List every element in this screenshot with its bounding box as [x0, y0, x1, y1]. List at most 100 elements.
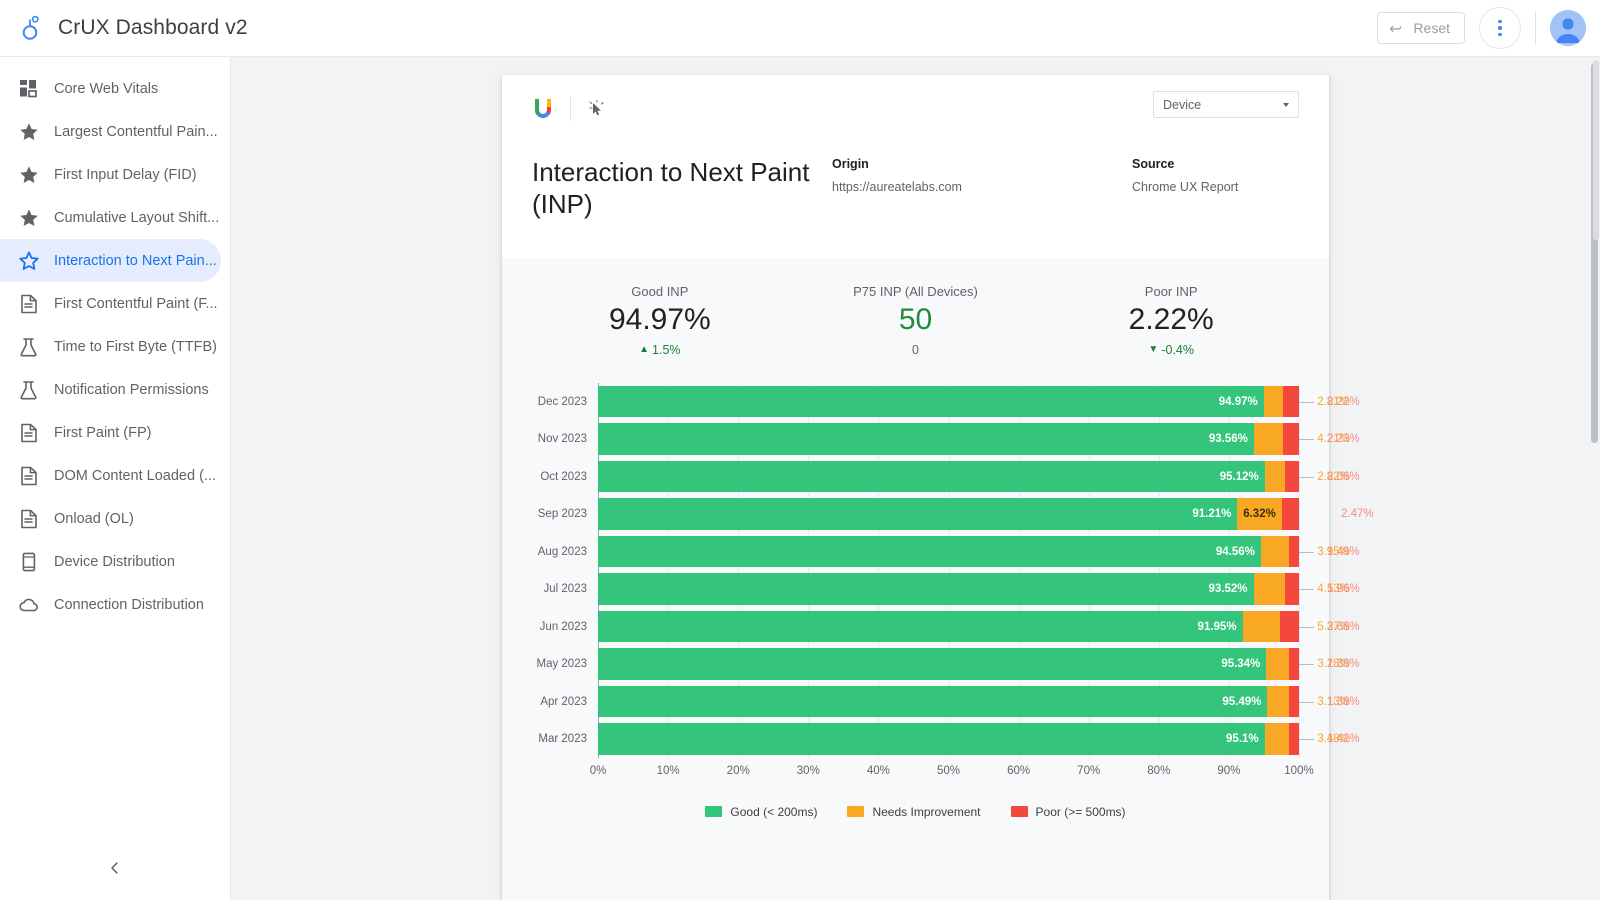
bar-segment-good[interactable]: 95.12% — [598, 460, 1265, 493]
bar-track: 91.21% 6.32% 2.47% — [598, 495, 1374, 533]
sidebar-item-label: Notification Permissions — [54, 381, 209, 398]
chart-bar-row[interactable]: Jul 2023 93.52% 4.53% 1.96% — [532, 570, 1360, 608]
sidebar-item-time-to-first-byte-ttfb[interactable]: Time to First Byte (TTFB) — [0, 325, 221, 368]
bar-segment-needs-improvement[interactable] — [1253, 573, 1286, 605]
bar-segment-poor[interactable] — [1280, 610, 1299, 643]
bar-category-label: Apr 2023 — [540, 695, 587, 708]
dashboard-grid-icon — [18, 78, 39, 99]
bar-segment-poor[interactable] — [1289, 648, 1299, 680]
bar-category-label: Dec 2023 — [537, 395, 587, 408]
sidebar-item-label: First Input Delay (FID) — [54, 166, 197, 183]
collapse-sidebar-button[interactable] — [100, 855, 130, 885]
device-filter-select[interactable]: Device — [1153, 91, 1299, 118]
chart-bar-row[interactable]: May 2023 95.34% 3.28% 1.38% — [532, 645, 1360, 683]
bar-segment-good[interactable]: 91.21% — [598, 498, 1238, 530]
bar-track: 95.12% 2.82% 2.06% — [598, 457, 1360, 496]
bar-segment-good[interactable]: 94.56% — [598, 535, 1261, 568]
bar-segment-needs-improvement[interactable] — [1242, 610, 1281, 643]
reset-label: Reset — [1413, 20, 1450, 36]
bar-track: 93.52% 4.53% 1.96% — [598, 570, 1360, 608]
chart-bar-row[interactable]: Sep 2023 91.21% 6.32% 2.47% — [532, 495, 1374, 533]
avatar[interactable] — [1550, 10, 1586, 46]
sidebar-item-onload-ol[interactable]: Onload (OL) — [0, 497, 221, 540]
label-leader-line — [1299, 739, 1315, 741]
sidebar-item-label: Largest Contentful Pain... — [54, 123, 218, 140]
legend-item[interactable]: Needs Improvement — [847, 805, 981, 819]
sidebar-item-connection-distribution[interactable]: Connection Distribution — [0, 583, 221, 626]
sidebar: Core Web Vitals Largest Contentful Pain..… — [0, 57, 231, 900]
bar-segment-poor[interactable] — [1283, 385, 1299, 418]
star-icon — [18, 207, 39, 228]
x-axis-tick-label: 40% — [866, 764, 890, 777]
bar-segment-good[interactable]: 95.1% — [598, 723, 1265, 755]
chart-bar-row[interactable]: Oct 2023 95.12% 2.82% 2.06% — [532, 457, 1360, 496]
bar-segment-needs-improvement[interactable] — [1263, 385, 1284, 418]
bar-segment-needs-improvement[interactable] — [1260, 535, 1289, 568]
kpi-value: 94.97% — [608, 303, 711, 337]
star-outline-icon — [18, 250, 39, 271]
label-leader-line — [1299, 589, 1315, 591]
sidebar-item-first-input-delay-fid[interactable]: First Input Delay (FID) — [0, 153, 221, 196]
body: Core Web Vitals Largest Contentful Pain..… — [0, 57, 1600, 900]
bar-category-label: Oct 2023 — [540, 470, 587, 483]
chart-bar-row[interactable]: Mar 2023 95.1% 3.48% 1.42% — [532, 720, 1360, 758]
more-options-button[interactable] — [1479, 7, 1521, 49]
sidebar-item-cumulative-layout-shift[interactable]: Cumulative Layout Shift... — [0, 196, 221, 239]
bar-outside-label-poor: 1.49% — [1327, 545, 1360, 558]
label-leader-line — [1299, 551, 1315, 553]
page-scrollbar[interactable] — [1593, 60, 1599, 240]
sidebar-item-notification-permissions[interactable]: Notification Permissions — [0, 368, 221, 411]
chart-bar-row[interactable]: Jun 2023 91.95% 5.37% 2.68% — [532, 607, 1360, 646]
label-leader-line — [1299, 476, 1315, 478]
bar-segment-poor[interactable] — [1283, 423, 1299, 455]
sidebar-item-first-contentful-paint-f[interactable]: First Contentful Paint (F... — [0, 282, 221, 325]
bar-segment-label: 91.21% — [1192, 508, 1232, 521]
chevron-left-icon — [107, 860, 123, 881]
crux-logo-icon — [18, 15, 44, 41]
report-title-row: Interaction to Next Paint (INP) Origin h… — [532, 121, 1299, 258]
legend-item[interactable]: Poor (>= 500ms) — [1010, 805, 1126, 819]
bar-segment-poor[interactable] — [1288, 535, 1299, 568]
legend-swatch-icon — [705, 806, 723, 818]
sidebar-item-dom-content-loaded[interactable]: DOM Content Loaded (... — [0, 454, 221, 497]
sidebar-item-label: Onload (OL) — [54, 510, 134, 527]
bar-segment-needs-improvement[interactable] — [1264, 723, 1290, 755]
sidebar-item-interaction-to-next-pain[interactable]: Interaction to Next Pain... — [0, 239, 221, 282]
kpi-label: P75 INP (All Devices) — [853, 284, 978, 300]
bar-segment-good[interactable]: 95.49% — [598, 685, 1268, 718]
more-vertical-icon — [1498, 19, 1502, 37]
legend-swatch-icon — [847, 806, 865, 818]
legend-item[interactable]: Good (< 200ms) — [705, 805, 817, 819]
sidebar-item-largest-contentful-pain[interactable]: Largest Contentful Pain... — [0, 110, 221, 153]
bar-segment-poor[interactable] — [1289, 723, 1299, 755]
bar-outside-label-poor: 1.38% — [1327, 695, 1360, 708]
sidebar-item-device-distribution[interactable]: Device Distribution — [0, 540, 221, 583]
bar-segment-poor[interactable] — [1281, 498, 1299, 530]
bar-category-label: Aug 2023 — [537, 545, 587, 558]
bar-segment-good[interactable]: 91.95% — [598, 610, 1243, 643]
bar-segment-needs-improvement[interactable] — [1253, 423, 1284, 455]
chart-bar-row[interactable]: Apr 2023 95.49% 3.13% 1.38% — [532, 682, 1360, 721]
sidebar-item-first-paint-fp[interactable]: First Paint (FP) — [0, 411, 221, 454]
chart-bar-row[interactable]: Aug 2023 94.56% 3.95% 1.49% — [532, 532, 1360, 571]
bar-category-label: Sep 2023 — [537, 508, 587, 521]
bar-segment-needs-improvement[interactable]: 6.32% — [1237, 498, 1282, 530]
bar-outside-label-poor: 2.23% — [1327, 433, 1360, 446]
sidebar-item-core-web-vitals[interactable]: Core Web Vitals — [0, 67, 221, 110]
bar-category-label: Jul 2023 — [543, 583, 587, 596]
pointer-cursor-icon[interactable] — [587, 99, 607, 119]
bar-segment-needs-improvement[interactable] — [1267, 685, 1290, 718]
bar-segment-poor[interactable] — [1284, 460, 1299, 493]
bar-segment-needs-improvement[interactable] — [1264, 460, 1285, 493]
bar-segment-good[interactable]: 95.34% — [598, 648, 1267, 680]
bar-segment-poor[interactable] — [1285, 573, 1299, 605]
bar-segment-good[interactable]: 93.56% — [598, 423, 1254, 455]
bar-segment-needs-improvement[interactable] — [1266, 648, 1290, 680]
bar-segment-good[interactable]: 93.52% — [598, 573, 1254, 605]
bar-segment-poor[interactable] — [1289, 685, 1299, 718]
bar-segment-good[interactable]: 94.97% — [598, 385, 1264, 418]
chart-bar-row[interactable]: Nov 2023 93.56% 4.21% 2.23% — [532, 420, 1360, 458]
bar-category-label: Nov 2023 — [537, 433, 587, 446]
reset-button[interactable]: Reset — [1377, 12, 1465, 44]
chart-bar-row[interactable]: Dec 2023 94.97% 2.81% 2.22% — [532, 382, 1360, 421]
